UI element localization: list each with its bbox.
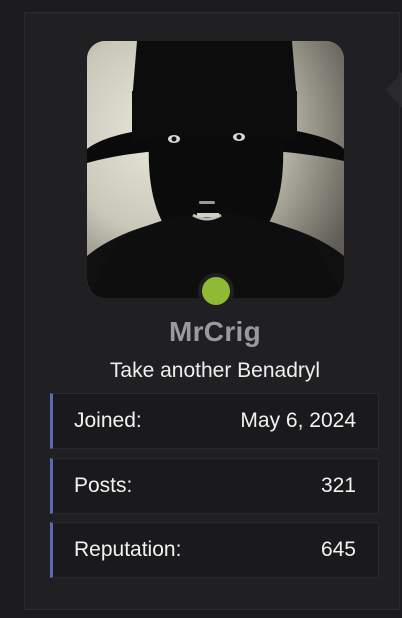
- online-status-indicator: [198, 273, 234, 309]
- stat-label: Posts:: [74, 474, 133, 497]
- stat-value[interactable]: 321: [321, 474, 356, 498]
- stat-row-reputation: Reputation: 645: [50, 522, 379, 578]
- stat-row-posts: Posts: 321: [50, 458, 379, 514]
- stat-value: May 6, 2024: [240, 409, 356, 432]
- stat-label: Reputation:: [74, 538, 182, 561]
- user-title: Take another Benadryl: [109, 359, 321, 382]
- avatar[interactable]: [87, 41, 344, 298]
- stat-row-joined: Joined: May 6, 2024: [50, 393, 379, 449]
- username[interactable]: MrCrig: [0, 316, 402, 348]
- stat-value: 645: [320, 538, 356, 561]
- card-pointer-arrow: [386, 72, 402, 108]
- avatar-image: [87, 41, 344, 298]
- stat-label: Joined:: [74, 409, 142, 432]
